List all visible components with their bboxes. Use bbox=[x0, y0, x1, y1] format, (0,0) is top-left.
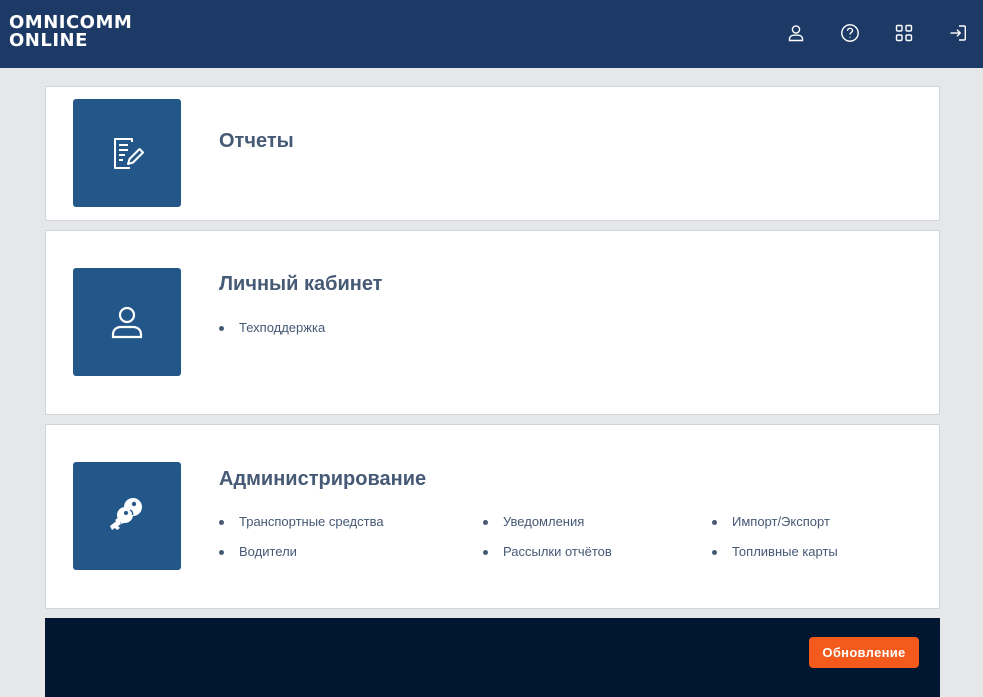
omnicomm-logo[interactable]: OMNICOMM ONLINE bbox=[9, 14, 132, 50]
link-support[interactable]: Техподдержка bbox=[219, 320, 325, 336]
logout-button[interactable] bbox=[948, 23, 968, 43]
updates-panel: Обновление bbox=[45, 618, 940, 697]
account-tile[interactable] bbox=[73, 268, 181, 376]
admin-title[interactable]: Администрирование bbox=[219, 467, 426, 491]
profile-button[interactable] bbox=[786, 23, 806, 43]
reports-card: Отчеты bbox=[45, 86, 940, 221]
help-icon bbox=[841, 24, 859, 42]
reports-title[interactable]: Отчеты bbox=[219, 129, 294, 153]
admin-tile[interactable] bbox=[73, 462, 181, 570]
logout-icon bbox=[950, 25, 966, 41]
top-header: OMNICOMM ONLINE bbox=[0, 0, 983, 68]
link-fuel-cards[interactable]: Топливные карты bbox=[712, 544, 838, 560]
reports-tile[interactable] bbox=[73, 99, 181, 207]
logo-line-2: ONLINE bbox=[9, 30, 88, 51]
report-edit-icon bbox=[114, 138, 144, 169]
keys-icon bbox=[110, 498, 142, 530]
link-notifications[interactable]: Уведомления bbox=[483, 514, 584, 530]
help-button[interactable] bbox=[840, 23, 860, 43]
user-icon bbox=[788, 25, 804, 42]
apps-grid-icon bbox=[895, 24, 913, 42]
account-card: Личный кабинет Техподдержка bbox=[45, 230, 940, 415]
link-drivers[interactable]: Водители bbox=[219, 544, 297, 560]
admin-card: Администрирование Транспортные средства … bbox=[45, 424, 940, 609]
link-report-mailings[interactable]: Рассылки отчётов bbox=[483, 544, 612, 560]
link-import-export[interactable]: Импорт/Экспорт bbox=[712, 514, 830, 530]
update-button[interactable]: Обновление bbox=[809, 637, 919, 668]
account-title[interactable]: Личный кабинет bbox=[219, 272, 382, 296]
apps-button[interactable] bbox=[894, 23, 914, 43]
user-icon bbox=[111, 306, 143, 339]
link-vehicles[interactable]: Транспортные средства bbox=[219, 514, 384, 530]
